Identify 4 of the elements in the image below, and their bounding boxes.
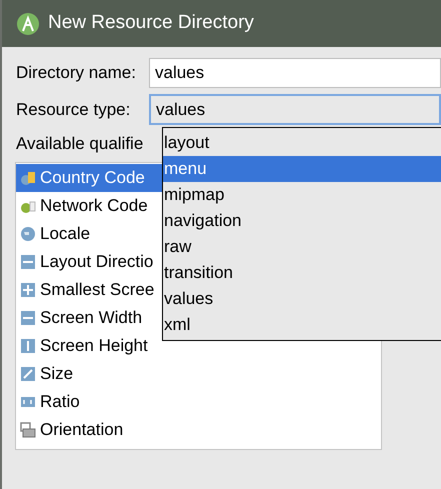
- resource-type-label: Resource type:: [15, 98, 132, 121]
- window-title: New Resource Directory: [48, 11, 254, 36]
- directory-name-label: Directory name:: [15, 62, 137, 84]
- available-qualifiers-label: Available qualifie: [15, 133, 144, 156]
